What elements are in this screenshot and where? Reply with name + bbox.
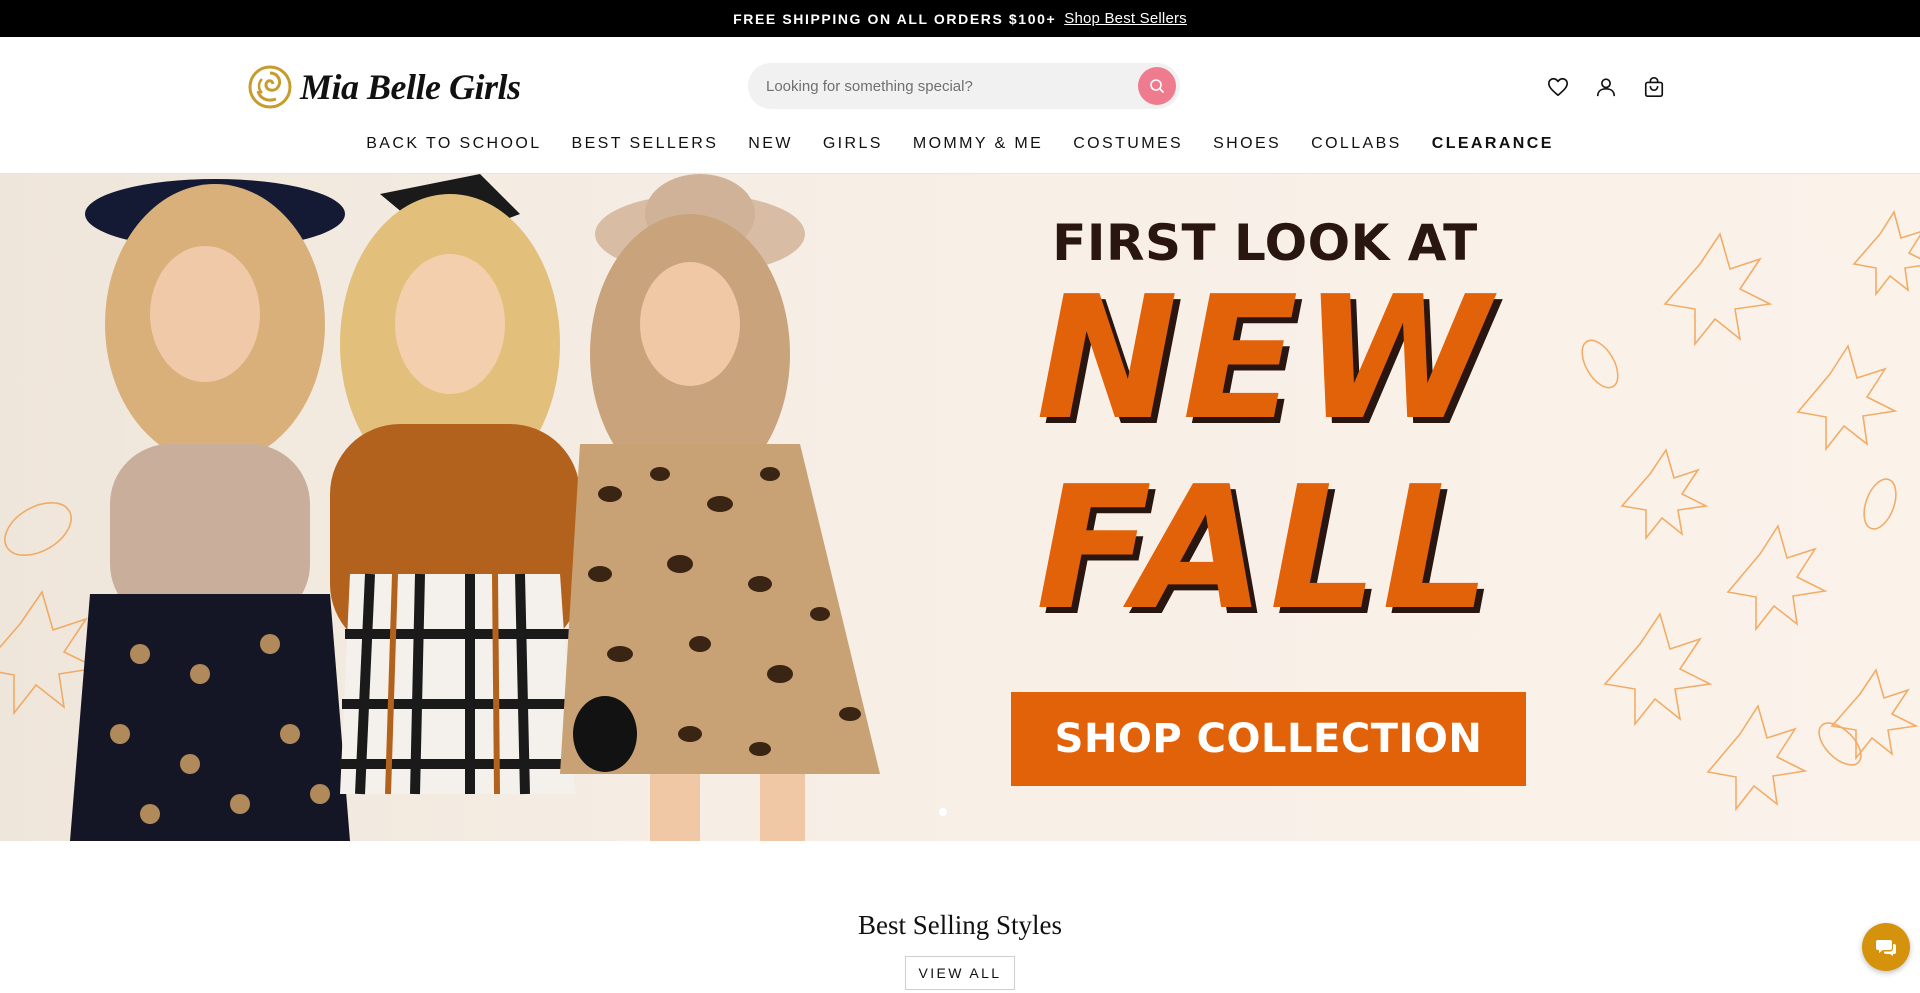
search-icon: [1150, 79, 1164, 93]
chat-button[interactable]: [1862, 923, 1910, 971]
site-header: Mia Belle Girls Looking for something sp…: [0, 37, 1920, 174]
cart-button[interactable]: [1642, 75, 1666, 99]
header-icons: [1546, 75, 1666, 99]
nav-item-new[interactable]: NEW: [733, 135, 808, 153]
logo[interactable]: Mia Belle Girls: [248, 65, 521, 109]
hero-headline-new: NEW: [1036, 260, 1494, 458]
nav-item-back-to-school[interactable]: BACK TO SCHOOL: [351, 135, 556, 153]
cart-icon: [1644, 77, 1664, 97]
nav-item-best-sellers[interactable]: BEST SELLERS: [557, 135, 734, 153]
account-icon: [1596, 78, 1616, 97]
shop-collection-button[interactable]: SHOP COLLECTION: [1011, 692, 1526, 786]
nav-item-mommy-and-me[interactable]: MOMMY & ME: [898, 135, 1058, 153]
search-bar: [748, 63, 1180, 109]
nav-item-shoes[interactable]: SHOES: [1198, 135, 1296, 153]
chat-icon: [1876, 940, 1896, 956]
wishlist-button[interactable]: [1546, 75, 1570, 99]
nav-item-collabs[interactable]: COLLABS: [1296, 135, 1417, 153]
section-title: Best Selling Styles: [857, 910, 1063, 940]
announcement-message: FREE SHIPPING ON ALL ORDERS $100+: [733, 10, 1057, 27]
hero-photo: [70, 174, 880, 841]
heart-icon: [1548, 77, 1568, 97]
carousel-dot[interactable]: [939, 808, 947, 816]
main-nav: BACK TO SCHOOL BEST SELLERS NEW GIRLS MO…: [0, 135, 1920, 153]
announcement-bar: FREE SHIPPING ON ALL ORDERS $100+ Shop B…: [0, 0, 1920, 37]
search-input[interactable]: [766, 77, 1126, 95]
logo-text: Mia Belle Girls: [300, 67, 521, 107]
rose-logo-icon: [248, 65, 292, 109]
account-button[interactable]: [1594, 75, 1618, 99]
shop-best-sellers-link[interactable]: Shop Best Sellers: [1064, 10, 1187, 27]
nav-item-costumes[interactable]: COSTUMES: [1058, 135, 1198, 153]
hero-headline-fall: FALL: [1035, 450, 1495, 648]
nav-item-clearance[interactable]: CLEARANCE: [1417, 135, 1569, 153]
hero-banner[interactable]: FIRST LOOK AT NEW FALL SHOP COLLECTION: [0, 174, 1920, 841]
view-all-button[interactable]: VIEW ALL: [905, 956, 1015, 990]
search-button[interactable]: [1138, 67, 1176, 105]
nav-item-girls[interactable]: GIRLS: [808, 135, 898, 153]
